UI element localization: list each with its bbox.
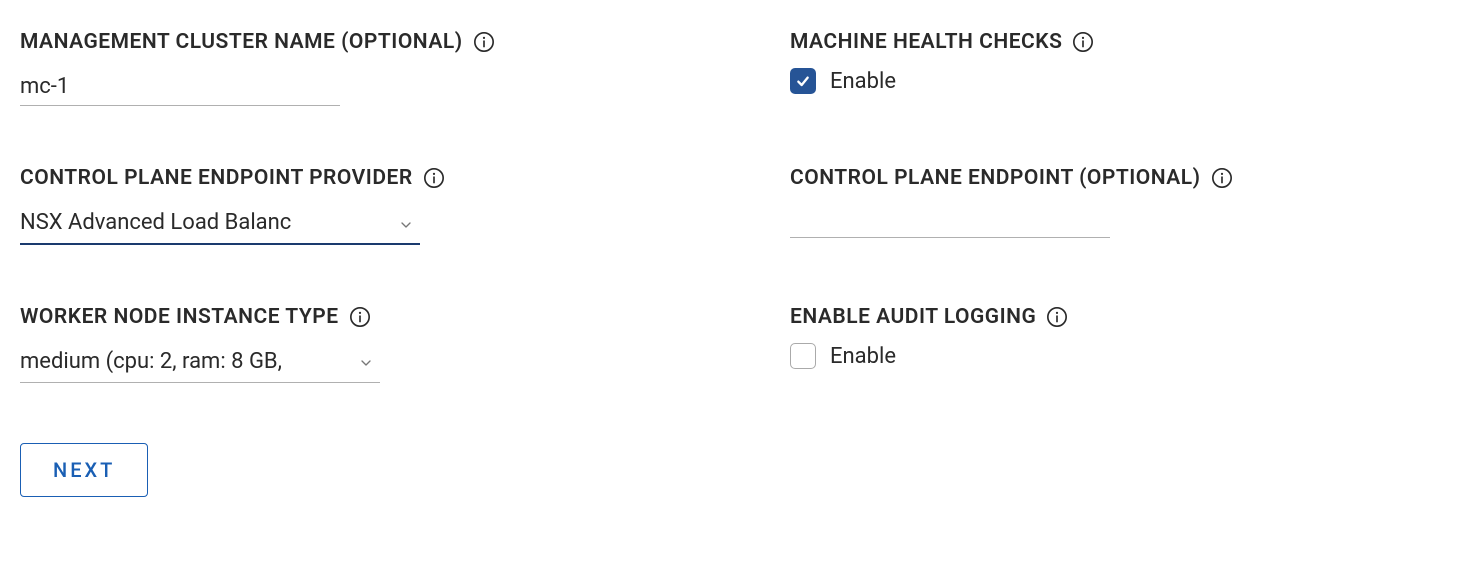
label-text: MACHINE HEALTH CHECKS [790,30,1062,54]
label-text: ENABLE AUDIT LOGGING [790,305,1036,329]
control-plane-endpoint-label: CONTROL PLANE ENDPOINT (OPTIONAL) [790,166,1460,190]
machine-health-checks-checkbox-label: Enable [830,69,896,94]
enable-audit-logging-checkbox[interactable] [790,343,816,369]
control-plane-endpoint-input[interactable] [790,204,1110,238]
machine-health-checks-label: MACHINE HEALTH CHECKS [790,30,1460,54]
worker-node-instance-type-select[interactable]: medium (cpu: 2, ram: 8 GB, [20,343,380,383]
enable-audit-logging-checkbox-row: Enable [790,343,1460,369]
enable-audit-logging-checkbox-label: Enable [830,344,896,369]
worker-node-instance-type-select-wrapper: medium (cpu: 2, ram: 8 GB, [20,343,380,383]
management-cluster-name-label: MANAGEMENT CLUSTER NAME (OPTIONAL) [20,30,690,54]
enable-audit-logging-label: ENABLE AUDIT LOGGING [790,305,1460,329]
button-row: NEXT [20,443,1464,497]
label-text: CONTROL PLANE ENDPOINT (OPTIONAL) [790,166,1201,190]
control-plane-endpoint-field: CONTROL PLANE ENDPOINT (OPTIONAL) [790,166,1460,245]
control-plane-endpoint-provider-field: CONTROL PLANE ENDPOINT PROVIDER NSX Adva… [20,166,690,245]
info-icon[interactable] [423,167,445,189]
label-text: WORKER NODE INSTANCE TYPE [20,305,339,329]
next-button[interactable]: NEXT [20,443,148,497]
info-icon[interactable] [1211,167,1233,189]
info-icon[interactable] [473,31,495,53]
machine-health-checks-checkbox-row: Enable [790,68,1460,94]
info-icon[interactable] [1046,306,1068,328]
info-icon[interactable] [1072,31,1094,53]
control-plane-endpoint-provider-label: CONTROL PLANE ENDPOINT PROVIDER [20,166,690,190]
machine-health-checks-checkbox[interactable] [790,68,816,94]
enable-audit-logging-field: ENABLE AUDIT LOGGING Enable [790,305,1460,383]
control-plane-endpoint-provider-select[interactable]: NSX Advanced Load Balanc [20,204,420,245]
label-text: MANAGEMENT CLUSTER NAME (OPTIONAL) [20,30,463,54]
management-cluster-name-input[interactable] [20,68,340,106]
worker-node-instance-type-field: WORKER NODE INSTANCE TYPE medium (cpu: 2… [20,305,690,383]
label-text: CONTROL PLANE ENDPOINT PROVIDER [20,166,413,190]
machine-health-checks-field: MACHINE HEALTH CHECKS Enable [790,30,1460,106]
control-plane-endpoint-provider-select-wrapper: NSX Advanced Load Balanc [20,204,420,245]
info-icon[interactable] [349,306,371,328]
form-grid: MANAGEMENT CLUSTER NAME (OPTIONAL) MACHI… [20,30,1460,383]
management-cluster-name-field: MANAGEMENT CLUSTER NAME (OPTIONAL) [20,30,690,106]
worker-node-instance-type-label: WORKER NODE INSTANCE TYPE [20,305,690,329]
